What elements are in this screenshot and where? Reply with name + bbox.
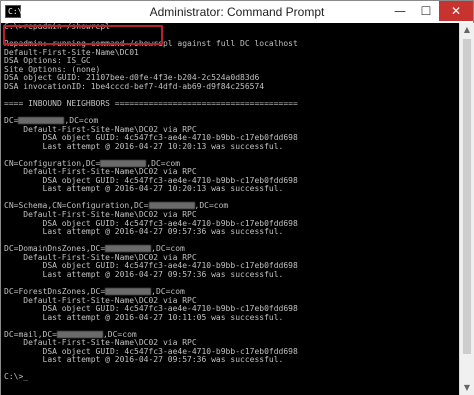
console-line: Last attempt @ 2016-04-27 10:20:13 was s…	[4, 184, 284, 194]
console-text: ,DC=com	[151, 244, 185, 254]
minimize-button[interactable]: —	[387, 1, 413, 21]
maximize-button[interactable]: ☐	[413, 1, 439, 21]
redacted-domain	[105, 287, 152, 295]
console-line: ==== INBOUND NEIGHBORS =================…	[4, 98, 298, 108]
console-text: ,DC=com	[194, 201, 229, 211]
vertical-scrollbar[interactable]: ▲ ▼	[459, 23, 474, 395]
console-line: Last attempt @ 2016-04-27 10:11:05 was s…	[4, 312, 284, 322]
redacted-domain	[18, 117, 65, 125]
scroll-down-icon[interactable]: ▼	[460, 381, 474, 395]
console-line: DSA invocationID: 1be4cccd-bef7-4dfd-ab6…	[4, 81, 265, 91]
console-text: DC=DomainDnsZones,DC=	[4, 244, 106, 254]
console-text: DC=ForestDnsZones,DC=	[4, 286, 106, 296]
redacted-domain	[100, 159, 147, 167]
console-text: ,DC=com	[151, 286, 185, 296]
console-line: Last attempt @ 2016-04-27 09:57:36 was s…	[4, 269, 284, 279]
console-line: Last attempt @ 2016-04-27 10:20:13 was s…	[4, 141, 284, 151]
redacted-domain	[105, 245, 152, 253]
console-line: Last attempt @ 2016-04-27 09:57:36 was s…	[4, 227, 284, 237]
close-button[interactable]: ✕	[439, 1, 473, 21]
console-text: DC=	[4, 116, 19, 126]
scroll-up-icon[interactable]: ▲	[460, 23, 474, 37]
console-line: C:\>_	[4, 372, 29, 382]
title-bar[interactable]: C:\ Administrator: Command Prompt — ☐ ✕	[1, 1, 473, 23]
command-prompt-window: C:\ Administrator: Command Prompt — ☐ ✕ …	[0, 0, 474, 395]
command-highlight-box	[3, 25, 163, 45]
console-output[interactable]: C:\>repadmin /showrepl Repadmin: running…	[1, 23, 459, 395]
console-text: ,DC=com	[64, 116, 99, 126]
scroll-thumb[interactable]	[463, 39, 471, 354]
redacted-domain	[148, 202, 195, 210]
redacted-domain	[56, 330, 103, 338]
console-line: Last attempt @ 2016-04-27 09:57:36 was s…	[4, 355, 284, 365]
